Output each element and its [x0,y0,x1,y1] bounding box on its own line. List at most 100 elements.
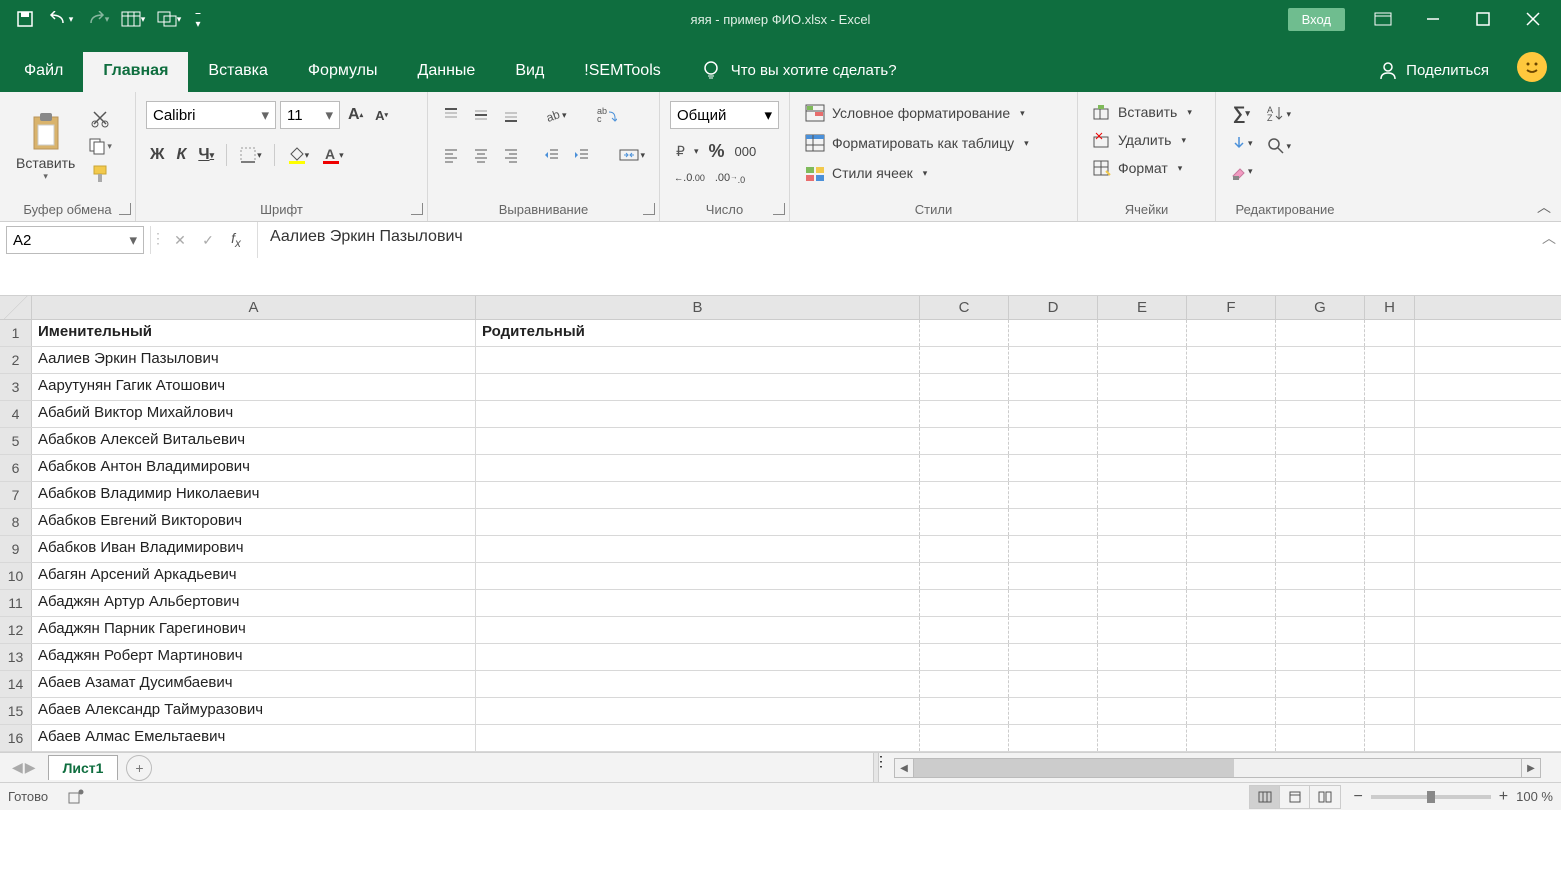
cell[interactable] [1187,725,1276,751]
row-header[interactable]: 16 [0,725,32,751]
name-box[interactable]: A2▾ [6,226,144,254]
tab-view[interactable]: Вид [495,52,564,92]
cell[interactable] [1365,617,1415,643]
cell[interactable] [920,536,1009,562]
cell[interactable] [476,590,920,616]
align-right-icon[interactable] [498,143,524,167]
cell[interactable] [920,320,1009,346]
percent-format-icon[interactable]: % [705,138,729,165]
format-painter-icon[interactable] [83,161,116,187]
qat-custom1-icon[interactable]: ▾ [116,4,150,34]
cell[interactable]: Абагян Арсений Аркадьевич [32,563,476,589]
cell[interactable] [1009,671,1098,697]
tab-home[interactable]: Главная [83,52,188,92]
row-header[interactable]: 14 [0,671,32,697]
tab-semtools[interactable]: !SEMTools [564,52,680,92]
cell[interactable] [1365,725,1415,751]
col-header-d[interactable]: D [1009,296,1098,319]
cell[interactable] [1009,401,1098,427]
maximize-icon[interactable] [1459,0,1507,38]
cell[interactable]: Абабков Иван Владимирович [32,536,476,562]
formula-bar-handle[interactable]: ⋮ [151,222,159,247]
cell[interactable] [1187,347,1276,373]
cell[interactable] [476,644,920,670]
cell[interactable] [476,482,920,508]
cell[interactable] [1009,374,1098,400]
cell[interactable] [1098,428,1187,454]
cell[interactable] [920,617,1009,643]
decrease-indent-icon[interactable] [539,143,565,167]
cell[interactable] [1098,671,1187,697]
cell[interactable] [1098,455,1187,481]
cell[interactable] [1009,320,1098,346]
expand-formula-bar-icon[interactable]: ︿ [1537,222,1561,248]
insert-cells-button[interactable]: Вставить▾ [1088,100,1205,124]
paste-button[interactable]: Вставить ▾ [10,98,81,194]
number-format-combo[interactable]: Общий▾ [670,101,779,129]
format-as-table-button[interactable]: Форматировать как таблицу▾ [800,130,1067,156]
cell[interactable] [1276,509,1365,535]
cell[interactable] [920,509,1009,535]
cell[interactable]: Абаджян Роберт Мартинович [32,644,476,670]
cell[interactable] [1098,320,1187,346]
cell[interactable]: Аарутунян Гагик Атошович [32,374,476,400]
align-top-icon[interactable] [438,103,464,127]
cell[interactable] [476,509,920,535]
cell[interactable] [1276,428,1365,454]
hscroll-left-icon[interactable]: ◀ [894,758,914,778]
wrap-text-icon[interactable]: abc [591,101,621,129]
zoom-slider[interactable] [1371,795,1491,799]
cell-styles-button[interactable]: Стили ячеек▾ [800,160,1067,186]
cell[interactable] [920,401,1009,427]
cell[interactable] [920,698,1009,724]
cell[interactable] [1187,617,1276,643]
row-header[interactable]: 8 [0,509,32,535]
zoom-level[interactable]: 100 % [1516,789,1553,804]
cell[interactable] [1098,563,1187,589]
sheet-nav-next-icon[interactable]: ▶ [25,759,36,776]
col-header-c[interactable]: C [920,296,1009,319]
cell[interactable] [1187,455,1276,481]
cell[interactable] [476,563,920,589]
undo-icon[interactable]: ▾ [44,4,78,34]
enter-formula-icon[interactable]: ✓ [197,232,219,249]
font-color-icon[interactable]: A▾ [317,143,348,167]
cell[interactable]: Абабий Виктор Михайлович [32,401,476,427]
col-header-e[interactable]: E [1098,296,1187,319]
tell-me-search[interactable]: Что вы хотите сделать? [681,50,917,92]
row-header[interactable]: 7 [0,482,32,508]
cell[interactable] [1365,671,1415,697]
ribbon-display-icon[interactable] [1359,0,1407,38]
increase-font-icon[interactable]: A▴ [344,103,367,127]
cell[interactable] [1365,698,1415,724]
zoom-out-icon[interactable]: − [1353,788,1362,806]
cell[interactable] [1009,482,1098,508]
delete-cells-button[interactable]: Удалить▾ [1088,128,1205,152]
cell[interactable] [1365,428,1415,454]
clipboard-dialog-launcher[interactable] [119,203,131,215]
align-bottom-icon[interactable] [498,103,524,127]
cell[interactable]: Именительный [32,320,476,346]
decrease-font-icon[interactable]: A▾ [371,105,392,126]
cell[interactable]: Абаджян Артур Альбертович [32,590,476,616]
row-header[interactable]: 5 [0,428,32,454]
cell[interactable] [1276,455,1365,481]
col-header-b[interactable]: B [476,296,920,319]
number-dialog-launcher[interactable] [773,203,785,215]
cell[interactable] [920,428,1009,454]
row-header[interactable]: 6 [0,455,32,481]
cell[interactable] [1098,698,1187,724]
increase-decimal-icon[interactable]: ←.0.00 [670,169,709,187]
cell[interactable]: Абабков Антон Владимирович [32,455,476,481]
redo-icon[interactable]: ▾ [80,4,114,34]
row-header[interactable]: 11 [0,590,32,616]
cell[interactable] [920,725,1009,751]
normal-view-icon[interactable] [1250,786,1280,808]
cell[interactable] [1365,590,1415,616]
row-header[interactable]: 2 [0,347,32,373]
underline-button[interactable]: Ч▾ [194,143,218,167]
cell[interactable] [1276,536,1365,562]
font-dialog-launcher[interactable] [411,203,423,215]
hscroll-right-icon[interactable]: ▶ [1521,758,1541,778]
cell[interactable] [1009,536,1098,562]
